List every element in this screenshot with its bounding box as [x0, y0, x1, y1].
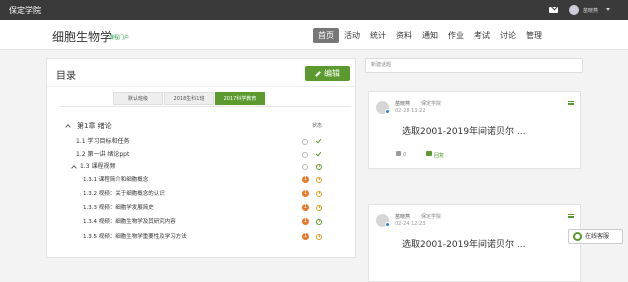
clock-icon — [316, 234, 322, 240]
nav-homework[interactable]: 作业 — [443, 28, 469, 43]
clock-icon — [316, 205, 322, 211]
progress-circle-icon — [302, 139, 308, 145]
nav-statistics[interactable]: 统计 — [365, 28, 391, 43]
nav-home[interactable]: 首页 — [313, 28, 339, 43]
online-dot-icon — [385, 109, 390, 114]
list-item[interactable]: 1.3.4 视频：细胞生物学及其研究内容 1 — [47, 217, 355, 227]
support-icon — [573, 232, 582, 241]
discussion-post[interactable]: 苗晓燕 保定学院 02-28 13:22 选取2001-2019年间诺贝尔 ..… — [368, 91, 581, 169]
check-icon — [315, 150, 322, 157]
discussion-panel: 新建话题 苗晓燕 保定学院 02-28 13:22 选取2001-2019年间诺… — [365, 58, 583, 282]
nav-discussion[interactable]: 讨论 — [495, 28, 521, 43]
class-tabs: 默认班级 2018生科1班 2017科学教育 — [113, 92, 266, 105]
list-item[interactable]: 1.2 第一讲 绪论ppt — [47, 150, 355, 160]
chevron-up-icon[interactable] — [71, 165, 77, 171]
task-badge: 1 — [302, 218, 309, 225]
catalog-title: 目录 — [56, 71, 76, 82]
item-label[interactable]: 1.3.1 课程简介和细胞概念 — [83, 175, 148, 185]
post-org: 保定学院 — [421, 101, 442, 107]
list-item[interactable]: 1.1 学习目标和任务 — [47, 137, 355, 147]
menu-icon[interactable] — [568, 101, 574, 105]
nav-materials[interactable]: 资料 — [391, 28, 417, 43]
top-bar: 保定学院 苗晓燕 — [0, 0, 628, 20]
tab-default-class[interactable]: 默认班级 — [113, 92, 163, 105]
course-nav: 首页 活动 统计 资料 通知 作业 考试 讨论 管理 — [313, 28, 547, 43]
nav-manage[interactable]: 管理 — [521, 28, 547, 43]
pencil-icon — [315, 70, 321, 77]
clock-icon — [316, 191, 322, 197]
menu-icon[interactable] — [568, 214, 574, 218]
clock-icon — [316, 164, 322, 170]
thumbs-up-icon[interactable] — [396, 151, 401, 156]
chapter-title[interactable]: 第1章 绪论 — [77, 121, 112, 131]
catalog-header: 目录 编辑 — [47, 59, 355, 87]
post-author[interactable]: 苗晓燕 — [395, 213, 410, 220]
course-header: 细胞生物学 课程门户 首页 活动 统计 资料 通知 作业 考试 讨论 管理 — [0, 20, 628, 50]
edit-button[interactable]: 编辑 — [305, 66, 350, 81]
tab-2018-bio-1[interactable]: 2018生科1班 — [164, 92, 214, 105]
item-label[interactable]: 1.1 学习目标和任务 — [76, 137, 129, 147]
nav-exams[interactable]: 考试 — [469, 28, 495, 43]
item-label[interactable]: 1.3 课程视频 — [80, 162, 115, 172]
progress-circle-icon — [302, 152, 308, 158]
online-service-label: 在线客服 — [585, 233, 610, 240]
catalog-panel: 目录 编辑 默认班级 2018生科1班 2017科学教育 第1章 绪论 状态 1… — [46, 58, 356, 258]
task-badge: 1 — [302, 190, 309, 197]
username[interactable]: 苗晓燕 — [583, 7, 598, 14]
clock-icon — [316, 219, 322, 225]
list-item[interactable]: 1.3.3 视频：细胞学发展简史 1 — [47, 203, 355, 213]
mail-icon[interactable] — [549, 7, 558, 13]
edit-button-label: 编辑 — [324, 69, 340, 78]
discussion-post[interactable]: 苗晓燕 保定学院 02-24 12:23 选取2001-2019年间诺贝尔 ..… — [368, 204, 581, 282]
user-avatar[interactable] — [569, 5, 579, 15]
check-icon — [315, 137, 322, 144]
post-time: 02-24 12:23 — [395, 221, 426, 227]
online-service-button[interactable]: 在线客服 — [568, 229, 623, 244]
progress-circle-icon — [302, 164, 308, 170]
like-count[interactable]: 0 — [403, 152, 406, 158]
school-name[interactable]: 保定学院 — [9, 5, 41, 16]
divider — [60, 106, 350, 107]
chevron-down-icon[interactable] — [606, 8, 610, 11]
post-content[interactable]: 选取2001-2019年间诺贝尔 ... — [402, 237, 526, 250]
task-badge: 1 — [302, 233, 309, 240]
status-header: 状态 — [312, 123, 323, 129]
post-content[interactable]: 选取2001-2019年间诺贝尔 ... — [402, 124, 526, 137]
list-item[interactable]: 1.3 课程视频 — [47, 162, 355, 172]
post-time: 02-28 13:22 — [395, 108, 426, 114]
new-topic-input[interactable]: 新建话题 — [365, 58, 583, 73]
item-label[interactable]: 1.3.5 视频：细胞生物学重要性及学习方法 — [83, 232, 187, 242]
reply-link[interactable]: 回复 — [434, 152, 444, 159]
post-org: 保定学院 — [421, 214, 442, 220]
nav-activities[interactable]: 活动 — [339, 28, 365, 43]
portal-link[interactable]: 课程门户 — [109, 34, 129, 41]
list-item[interactable]: 1.3.5 视频：细胞生物学重要性及学习方法 1 — [47, 232, 355, 242]
tab-2017-science-edu[interactable]: 2017科学教育 — [215, 92, 265, 105]
task-badge: 1 — [302, 204, 309, 211]
nav-notices[interactable]: 通知 — [417, 28, 443, 43]
online-dot-icon — [385, 222, 390, 227]
clock-icon — [316, 177, 322, 183]
item-label[interactable]: 1.3.2 视频：关于细胞概念的认识 — [83, 189, 165, 199]
post-author[interactable]: 苗晓燕 — [395, 100, 410, 107]
chapter-row[interactable]: 第1章 绪论 状态 — [47, 121, 355, 131]
task-badge: 1 — [302, 176, 309, 183]
list-item[interactable]: 1.3.2 视频：关于细胞概念的认识 1 — [47, 189, 355, 199]
item-label[interactable]: 1.3.4 视频：细胞生物学及其研究内容 — [83, 217, 176, 227]
course-title: 细胞生物学 — [52, 30, 113, 44]
chevron-up-icon[interactable] — [65, 124, 71, 130]
item-label[interactable]: 1.2 第一讲 绪论ppt — [76, 150, 129, 160]
item-label[interactable]: 1.3.3 视频：细胞学发展简史 — [83, 203, 154, 213]
reply-icon[interactable] — [426, 151, 432, 156]
list-item[interactable]: 1.3.1 课程简介和细胞概念 1 — [47, 175, 355, 185]
